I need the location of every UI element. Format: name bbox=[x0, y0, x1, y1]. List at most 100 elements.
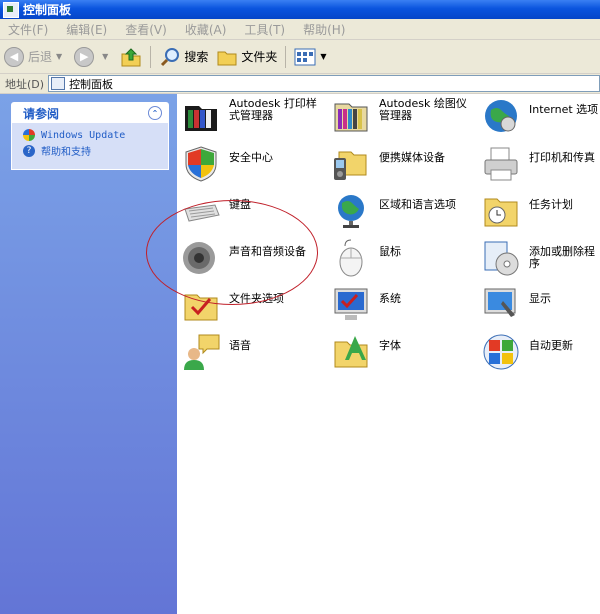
back-dropdown-icon[interactable]: ▼ bbox=[56, 52, 62, 61]
menu-bar: 文件(F) 编辑(E) 查看(V) 收藏(A) 工具(T) 帮助(H) bbox=[0, 19, 600, 40]
folders-button[interactable]: 文件夹 bbox=[212, 44, 281, 70]
views-dropdown-icon: ▼ bbox=[320, 52, 327, 61]
plotter-manager-icon bbox=[334, 103, 368, 132]
item-automatic-updates[interactable]: 自动更新 bbox=[481, 332, 599, 372]
internet-options-icon bbox=[485, 100, 517, 132]
speech-icon bbox=[184, 334, 220, 370]
item-fonts[interactable]: 字体 bbox=[331, 332, 476, 372]
forward-dropdown-icon[interactable]: ▼ bbox=[102, 52, 108, 61]
item-region-language[interactable]: 区域和语言选项 bbox=[331, 191, 476, 231]
windows-update-link[interactable]: Windows Update bbox=[12, 123, 168, 141]
item-label: 自动更新 bbox=[529, 339, 573, 352]
views-icon bbox=[294, 48, 316, 65]
search-label: 搜索 bbox=[184, 50, 209, 64]
system-icon bbox=[334, 288, 368, 320]
control-panel-icon bbox=[3, 1, 19, 18]
item-label: Autodesk 打印样式管理器 bbox=[229, 97, 317, 122]
window-title: 控制面板 bbox=[23, 3, 72, 17]
help-icon: ? bbox=[23, 144, 35, 157]
folders-label: 文件夹 bbox=[241, 50, 278, 64]
item-label: 区域和语言选项 bbox=[379, 198, 456, 211]
speaker-icon bbox=[183, 242, 215, 274]
see-also-title: 请参阅 bbox=[23, 106, 60, 121]
views-button[interactable]: ▼ bbox=[290, 44, 334, 70]
control-panel-icon bbox=[51, 77, 66, 90]
up-button[interactable] bbox=[116, 44, 146, 70]
item-security-center[interactable]: 安全中心 bbox=[181, 144, 326, 184]
print-style-manager-icon bbox=[185, 106, 217, 131]
item-label: 鼠标 bbox=[379, 245, 401, 258]
item-scheduled-tasks[interactable]: 任务计划 bbox=[481, 191, 599, 231]
see-also-panel: 请参阅 ⌃ Windows Update ? 帮助和支持 bbox=[11, 102, 169, 170]
item-label: 系统 bbox=[379, 292, 401, 305]
windows-update-icon bbox=[23, 129, 35, 141]
item-label: 声音和音频设备 bbox=[229, 245, 306, 258]
item-label: 字体 bbox=[379, 339, 401, 352]
back-button[interactable]: ◀ 后退 ▼ bbox=[0, 44, 70, 70]
scheduled-tasks-icon bbox=[484, 198, 518, 227]
help-support-link[interactable]: ? 帮助和支持 bbox=[12, 141, 168, 158]
help-support-label: 帮助和支持 bbox=[41, 147, 91, 158]
windows-update-icon bbox=[483, 334, 519, 370]
item-label: 安全中心 bbox=[229, 151, 273, 164]
back-arrow-icon: ◀ bbox=[4, 46, 24, 67]
menu-view[interactable]: 查看(V) bbox=[117, 21, 177, 38]
item-printers-faxes[interactable]: 打印机和传真 bbox=[481, 144, 599, 184]
item-label: 文件夹选项 bbox=[229, 292, 284, 305]
folders-icon bbox=[217, 51, 237, 65]
menu-favorites[interactable]: 收藏(A) bbox=[177, 21, 237, 38]
menu-edit[interactable]: 编辑(E) bbox=[58, 21, 117, 38]
address-label: 地址(D) bbox=[5, 77, 45, 91]
control-panel-items: Autodesk 打印样式管理器 Autodesk 绘图仪管理器 Interne… bbox=[177, 94, 600, 614]
forward-arrow-icon: ▶ bbox=[74, 46, 95, 67]
item-label: 显示 bbox=[529, 292, 551, 305]
collapse-chevron-icon[interactable]: ⌃ bbox=[148, 106, 162, 120]
menu-help[interactable]: 帮助(H) bbox=[295, 21, 355, 38]
see-also-header[interactable]: 请参阅 ⌃ bbox=[12, 103, 168, 123]
item-print-style-manager[interactable]: Autodesk 打印样式管理器 bbox=[181, 96, 326, 136]
mouse-icon bbox=[339, 239, 363, 277]
item-label: 语音 bbox=[229, 339, 251, 352]
item-keyboard[interactable]: 键盘 bbox=[181, 191, 326, 231]
security-shield-icon bbox=[185, 146, 217, 182]
address-field[interactable]: 控制面板 bbox=[48, 75, 600, 92]
task-pane: 请参阅 ⌃ Windows Update ? 帮助和支持 bbox=[0, 94, 177, 614]
item-label: 任务计划 bbox=[529, 198, 573, 211]
item-speech[interactable]: 语音 bbox=[181, 332, 326, 372]
item-label: 键盘 bbox=[229, 198, 251, 211]
up-folder-icon bbox=[121, 47, 141, 66]
item-label: 便携媒体设备 bbox=[379, 151, 445, 164]
item-mouse[interactable]: 鼠标 bbox=[331, 238, 476, 278]
item-display[interactable]: 显示 bbox=[481, 285, 599, 325]
toolbar: ◀ 后退 ▼ ▶ ▼ 搜索 文件夹 ▼ bbox=[0, 40, 600, 74]
menu-file[interactable]: 文件(F) bbox=[0, 21, 58, 38]
printer-icon bbox=[484, 147, 518, 181]
item-label: Autodesk 绘图仪管理器 bbox=[379, 97, 467, 122]
search-button[interactable]: 搜索 bbox=[155, 44, 212, 70]
item-add-remove-programs[interactable]: 添加或删除程序 bbox=[481, 238, 599, 278]
keyboard-icon bbox=[184, 204, 220, 222]
item-folder-options[interactable]: 文件夹选项 bbox=[181, 285, 326, 325]
item-label: 打印机和传真 bbox=[529, 151, 595, 164]
folder-options-icon bbox=[184, 294, 218, 321]
toolbar-separator bbox=[285, 45, 287, 68]
windows-update-label: Windows Update bbox=[41, 129, 126, 141]
title-bar: 控制面板 bbox=[0, 0, 600, 19]
item-sounds-audio[interactable]: 声音和音频设备 bbox=[181, 238, 326, 278]
address-bar: 地址(D) 控制面板 bbox=[0, 74, 600, 94]
item-system[interactable]: 系统 bbox=[331, 285, 476, 325]
add-remove-programs-icon bbox=[484, 241, 519, 276]
item-label: Internet 选项 bbox=[529, 103, 599, 116]
menu-tools[interactable]: 工具(T) bbox=[236, 21, 295, 38]
portable-media-icon bbox=[334, 151, 367, 180]
item-plotter-manager[interactable]: Autodesk 绘图仪管理器 bbox=[331, 96, 476, 136]
search-icon bbox=[161, 47, 180, 66]
fonts-folder-icon bbox=[334, 336, 368, 368]
item-label: 添加或删除程序 bbox=[529, 245, 595, 270]
globe-icon bbox=[338, 195, 364, 228]
display-icon bbox=[484, 288, 516, 317]
item-portable-media[interactable]: 便携媒体设备 bbox=[331, 144, 476, 184]
back-label: 后退 bbox=[28, 50, 53, 64]
forward-button[interactable]: ▶ ▼ bbox=[70, 44, 116, 70]
item-internet-options[interactable]: Internet 选项 bbox=[481, 96, 599, 136]
